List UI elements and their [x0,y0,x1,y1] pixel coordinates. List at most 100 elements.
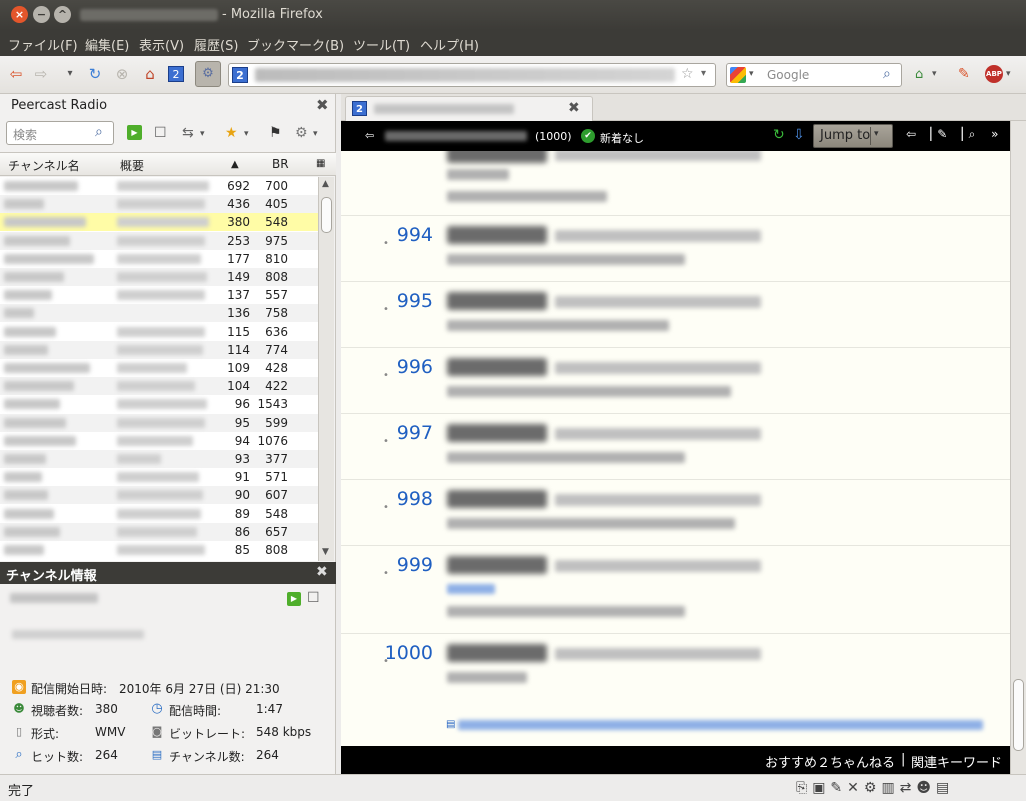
download-helper-icon[interactable]: ⌂ [915,67,923,82]
channel-row[interactable]: 89 548 [0,505,318,523]
jump-to-button[interactable]: Jump to ▾ [813,124,893,148]
channel-list-scrollbar[interactable]: ▲ ▼ [318,177,334,561]
url-text-redacted[interactable] [255,68,675,82]
column-picker-icon[interactable]: ▦ [316,158,325,169]
column-description[interactable]: 概要 [120,157,144,174]
channel-info-close-icon[interactable]: ✖ [316,564,328,580]
search-icon[interactable]: ⌕ [95,124,103,140]
channel-row[interactable]: 177 810 [0,250,318,268]
post-number[interactable]: 1000 [369,642,433,664]
download-helper-dropdown-icon[interactable]: ▾ [932,69,937,79]
relay-dropdown-icon[interactable]: ▾ [200,129,205,139]
menu-edit[interactable]: 編集(E) [85,35,129,54]
menu-file[interactable]: ファイル(F) [8,35,78,54]
channel-row[interactable]: 692 700 [0,177,318,195]
jump-to-dropdown-icon[interactable]: ▾ [874,129,879,139]
channel-row[interactable]: 93 377 [0,450,318,468]
post-number[interactable]: 995 [381,290,433,312]
menu-bookmarks[interactable]: ブックマーク(B) [247,35,344,54]
channel-row[interactable]: 136 758 [0,304,318,323]
favorite-star-icon[interactable]: ★ [225,125,238,141]
gear-icon[interactable]: ⚙ [295,125,308,141]
chat-bubble-icon[interactable]: ☐ [307,590,320,606]
post-number[interactable]: 994 [381,224,433,246]
thread-back-icon[interactable]: ⇦ [365,129,374,142]
search-icon[interactable]: ⌕ [883,66,891,82]
channel-row[interactable]: 109 428 [0,359,318,377]
menu-tools[interactable]: ツール(T) [353,35,410,54]
post-number[interactable]: 998 [381,488,433,510]
history-dropdown-icon[interactable]: ▾ [60,68,80,79]
channel-row[interactable]: 115 636 [0,323,318,341]
search-input[interactable]: Google [767,68,809,82]
channel-row[interactable]: 436 405 [0,195,318,214]
channel-row[interactable]: 85 808 [0,541,318,559]
bookmark-star-icon[interactable]: ☆ [681,66,694,82]
youtube-url-redacted[interactable] [458,720,983,730]
peercast-sidebar-toggle-icon[interactable]: ⚙ [195,61,221,87]
channel-row[interactable]: 253 975 [0,231,318,250]
channel-row[interactable]: 96 1543 [0,395,318,413]
chat-bubble-icon[interactable]: ☐ [154,125,167,141]
channel-row[interactable]: 90 607 [0,486,318,505]
menu-history[interactable]: 履歴(S) [194,35,238,54]
channel-search-input[interactable]: 検索 ⌕ [6,121,114,145]
status-addon-icons[interactable]: ⎘▣✎✕⚙▥⇄☻▤ [796,780,954,796]
scroll-thumb[interactable] [321,197,332,233]
2ch-viewer-icon[interactable]: 2 [168,66,184,82]
youtube-link[interactable]: ▤ [446,719,986,731]
channel-row[interactable]: 91 571 [0,468,318,486]
channel-row[interactable]: 86 657 [0,522,318,541]
gear-dropdown-icon[interactable]: ▾ [313,129,318,139]
search-bar[interactable]: ▾ Google ⌕ [726,63,902,87]
channel-row[interactable]: 95 599 [0,413,318,432]
content-scrollbar[interactable] [1010,121,1026,774]
channel-row[interactable]: 114 774 [0,340,318,359]
favorite-dropdown-icon[interactable]: ▾ [244,129,249,139]
post-number[interactable]: 996 [381,356,433,378]
channel-row[interactable]: 94 1076 [0,432,318,450]
channel-row[interactable]: 104 422 [0,377,318,396]
reload-icon[interactable]: ↻ [85,65,105,83]
sort-ascending-icon[interactable]: ▲ [231,159,239,170]
eraser-icon[interactable]: ✎ [958,66,970,82]
post-anchor-link-redacted[interactable] [447,584,495,594]
window-maximize-button[interactable]: ^ [54,6,71,23]
back-icon[interactable]: ⇦ [6,65,26,83]
tab-thread[interactable]: 2 ✖ [345,96,593,121]
recommend-2ch-link[interactable]: おすすめ２ちゃんねる [765,752,895,771]
play-icon[interactable]: ▶ [287,592,301,606]
related-keywords-link[interactable]: 関連キーワード [911,752,1002,771]
forward-icon[interactable]: ⇨ [31,65,51,83]
adblock-dropdown-icon[interactable]: ▾ [1006,69,1011,79]
search-engine-dropdown-icon[interactable]: ▾ [749,69,754,79]
relay-icon[interactable]: ⇆ [182,125,194,141]
scroll-down-icon[interactable]: ▼ [322,547,329,557]
sidebar-close-icon[interactable]: ✖ [316,96,329,114]
channel-row[interactable]: 137 557 [0,286,318,304]
megaphone-icon[interactable]: ⚑ [269,125,282,141]
column-channel-name[interactable]: チャンネル名 [8,157,80,174]
play-icon[interactable]: ▶ [127,125,142,140]
window-minimize-button[interactable]: − [33,6,50,23]
home-icon[interactable]: ⌂ [140,65,160,83]
column-bitrate[interactable]: BR [272,157,289,171]
adblock-plus-icon[interactable]: ABP [985,65,1003,83]
menu-help[interactable]: ヘルプ(H) [420,35,479,54]
channel-row[interactable]: 149 808 [0,268,318,286]
tab-close-icon[interactable]: ✖ [568,100,580,116]
window-close-button[interactable]: × [11,6,28,23]
post-number[interactable]: 999 [381,554,433,576]
scroll-up-icon[interactable]: ▲ [322,179,329,189]
url-dropdown-icon[interactable]: ▾ [701,68,706,79]
content-scroll-thumb[interactable] [1013,679,1024,751]
channel-row[interactable]: 380 548 [0,213,318,232]
url-bar[interactable]: 2 ☆ ▾ [228,63,716,87]
post-number[interactable]: 997 [381,422,433,444]
menu-view[interactable]: 表示(V) [139,35,184,54]
stop-icon[interactable]: ⊗ [112,65,132,83]
google-engine-icon[interactable] [730,67,746,83]
thread-reload-icon[interactable]: ↻ [773,127,785,143]
thread-download-icon[interactable]: ⇩ [793,127,805,143]
thread-tool-icons[interactable]: ⇦▕✎▕⌕ » [906,127,1004,142]
